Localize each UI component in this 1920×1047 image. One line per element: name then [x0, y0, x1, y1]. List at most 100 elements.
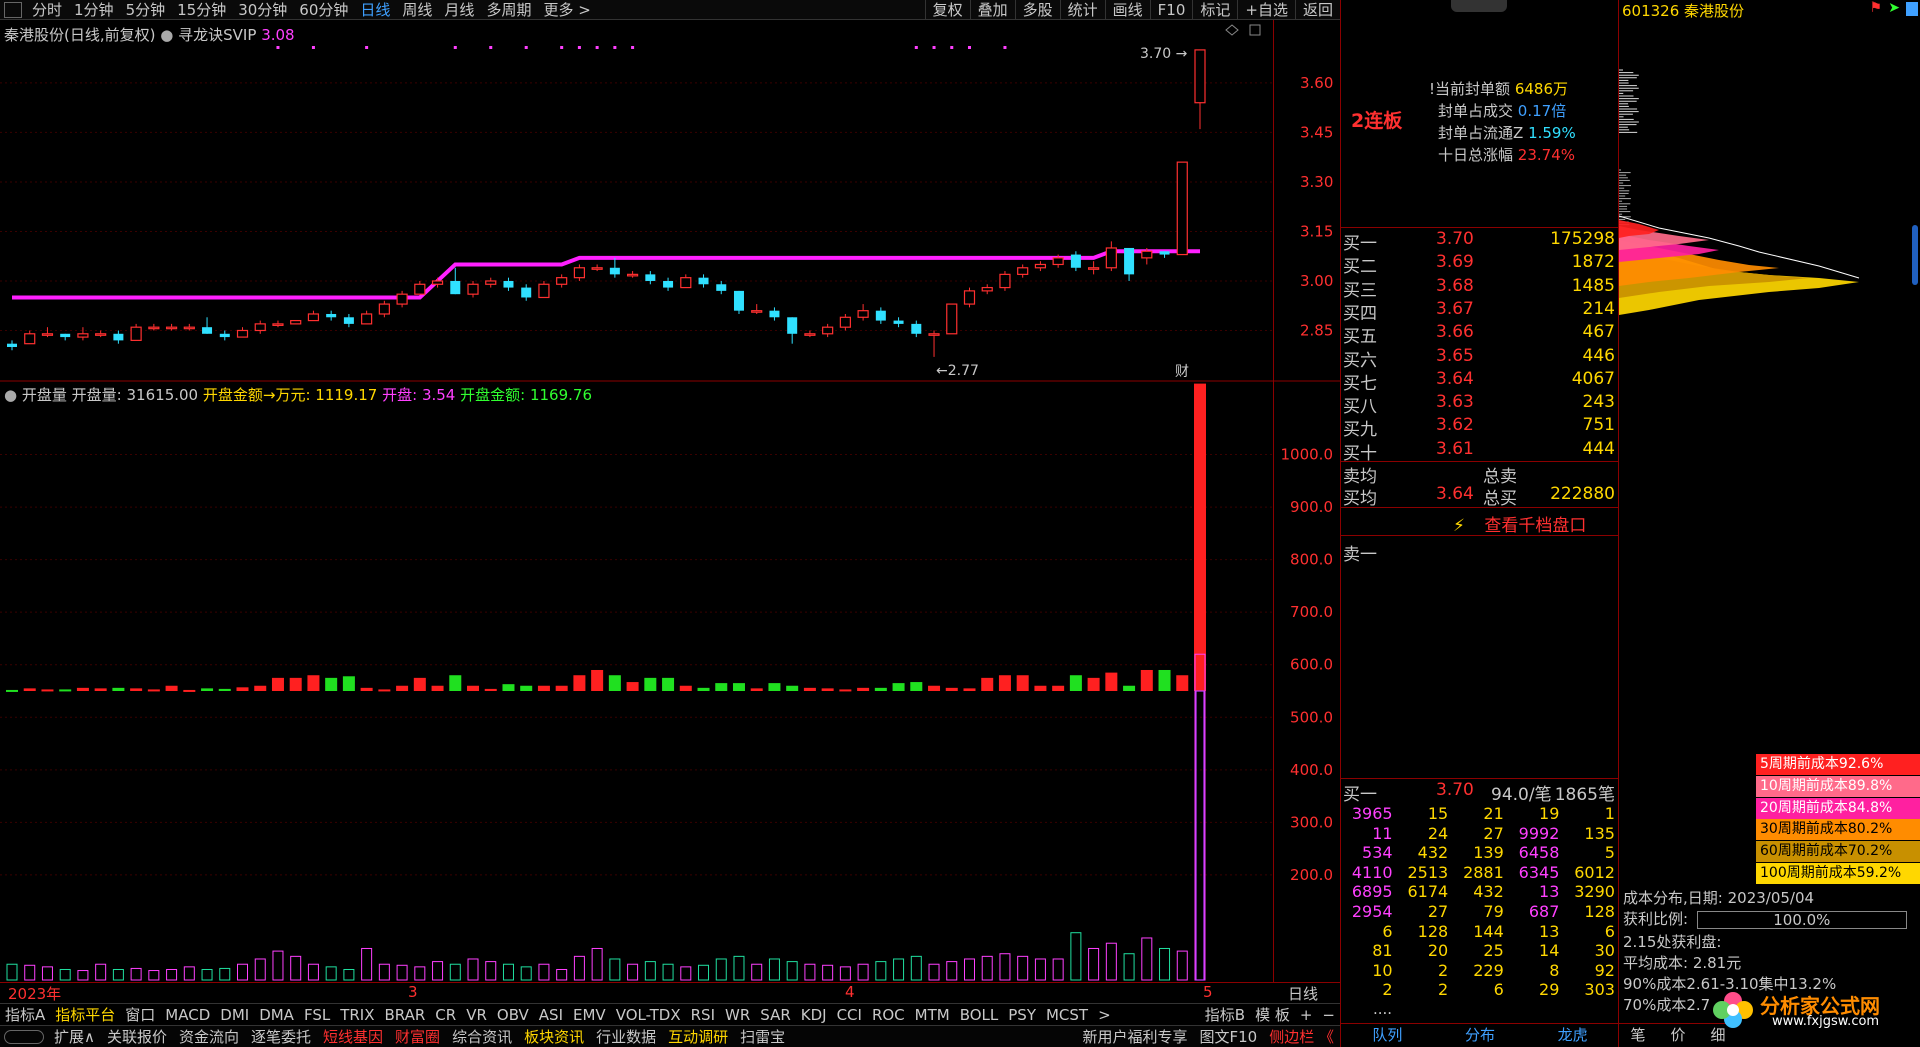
tool-button[interactable]: 复权 — [924, 0, 970, 20]
indicator-tab[interactable]: RSI — [686, 1006, 720, 1024]
indicator-tab[interactable]: MTM — [910, 1006, 955, 1024]
indicator-tab[interactable]: CR — [430, 1006, 461, 1024]
indicator-tab[interactable]: MCST — [1041, 1006, 1093, 1024]
tool-button[interactable]: 画线 — [1104, 0, 1150, 20]
tool-button[interactable]: +自选 — [1237, 0, 1295, 20]
timeframe-tab[interactable]: 更多 > — [537, 0, 596, 20]
view-thousand-button[interactable]: ⚡ 查看千档盘口 — [1453, 511, 1586, 536]
promo-tab[interactable]: 侧边栏 《 — [1263, 1026, 1340, 1047]
volume-bar — [23, 688, 36, 691]
timeframe-tab[interactable]: 1分钟 — [68, 0, 120, 20]
extension-tab[interactable]: 综合资讯 — [446, 1026, 518, 1047]
extension-tab[interactable]: 互动调研 — [662, 1026, 734, 1047]
tool-button[interactable]: 统计 — [1059, 0, 1105, 20]
indicator-tab[interactable]: DMI — [215, 1006, 254, 1024]
tool-button[interactable]: F10 — [1149, 0, 1193, 20]
bid-level-row[interactable]: 买九 3.62 751 — [1341, 415, 1619, 440]
collapse-handle-icon[interactable] — [1451, 0, 1507, 12]
indicator-tab[interactable]: SAR — [755, 1006, 795, 1024]
timeframe-tab[interactable]: 30分钟 — [232, 0, 293, 20]
finance-badge[interactable]: 财 — [1175, 364, 1189, 380]
queue-row: 2 2 6 29 303 — [1341, 980, 1619, 999]
indicator-tab[interactable]: PSY — [1003, 1006, 1041, 1024]
indicator-tab[interactable]: VR — [461, 1006, 492, 1024]
order-tab[interactable]: 队列 — [1341, 1024, 1434, 1047]
panel-expand-icon[interactable] — [1249, 24, 1261, 36]
bid-level-row[interactable]: 买一 3.70 175298 — [1341, 229, 1619, 254]
indicator-tab[interactable]: 窗口 — [120, 1004, 160, 1025]
tool-button[interactable]: 叠加 — [969, 0, 1015, 20]
extension-tab[interactable]: 扩展∧ — [48, 1026, 101, 1047]
indicator-tab[interactable]: VOL-TDX — [611, 1006, 686, 1024]
template-tab[interactable]: 模 板 — [1250, 1004, 1295, 1025]
indicator-tab[interactable]: CCI — [832, 1006, 867, 1024]
bid-level-row[interactable]: 买三 3.68 1485 — [1341, 276, 1619, 301]
indicator-tab[interactable]: TRIX — [335, 1006, 379, 1024]
extension-tab[interactable]: 短线基因 — [317, 1026, 389, 1047]
template-tab[interactable]: 指标B — [1200, 1004, 1250, 1025]
bid-level-row[interactable]: 买五 3.66 467 — [1341, 322, 1619, 347]
indicator-tab[interactable]: OBV — [492, 1006, 534, 1024]
indicator-tab[interactable]: > — [1093, 1006, 1116, 1024]
small-volume-bar — [715, 958, 727, 981]
indicator-tab[interactable]: 指标平台 — [50, 1004, 120, 1025]
bid-level-row[interactable]: 买二 3.69 1872 — [1341, 252, 1619, 277]
tool-button[interactable]: 多股 — [1014, 0, 1060, 20]
extension-tab[interactable]: 财富圈 — [389, 1026, 446, 1047]
indicator-tab[interactable]: FSL — [299, 1006, 335, 1024]
volume-toggle-icon[interactable]: ● — [4, 386, 17, 404]
profile-tab[interactable]: 价 — [1658, 1024, 1698, 1047]
indicator-tab[interactable]: BOLL — [955, 1006, 1004, 1024]
bid-volume: 751 — [1582, 415, 1615, 436]
bid-level-row[interactable]: 买七 3.64 4067 — [1341, 369, 1619, 394]
promo-tab[interactable]: 新用户福利专享 — [1076, 1026, 1193, 1047]
flag-icon[interactable]: ⚑ — [1869, 0, 1882, 16]
indicator-tab[interactable]: BRAR — [380, 1006, 431, 1024]
timeframe-tab[interactable]: 多周期 — [480, 0, 537, 20]
bid-level-row[interactable]: 买八 3.63 243 — [1341, 392, 1619, 417]
extension-tab[interactable]: 资金流向 — [173, 1026, 245, 1047]
order-tab[interactable]: 龙虎 — [1526, 1024, 1619, 1047]
indicator-tab[interactable]: ROC — [867, 1006, 910, 1024]
timeframe-tab[interactable]: 日线 — [354, 0, 396, 20]
timeframe-tab[interactable]: 月线 — [438, 0, 480, 20]
indicator-toggle-icon[interactable]: ● — [160, 26, 173, 44]
template-tab[interactable]: − — [1317, 1006, 1340, 1024]
extension-toggle[interactable] — [4, 1029, 44, 1044]
bid-level-row[interactable]: 买六 3.65 446 — [1341, 346, 1619, 371]
indicator-tab[interactable]: KDJ — [796, 1006, 832, 1024]
indicator-tab[interactable]: EMV — [568, 1006, 611, 1024]
indicator-tab[interactable]: DMA — [254, 1006, 299, 1024]
extension-tab[interactable]: 扫雷宝 — [734, 1026, 791, 1047]
timeframe-tab[interactable]: 周线 — [396, 0, 438, 20]
extension-tab[interactable]: 关联报价 — [101, 1026, 173, 1047]
tool-button[interactable]: 标记 — [1192, 0, 1237, 20]
tool-button[interactable]: 返回 — [1294, 0, 1340, 20]
indicator-tab[interactable]: WR — [720, 1006, 755, 1024]
profile-tab[interactable]: 笔 — [1618, 1024, 1658, 1047]
candlestick-chart[interactable]: 2.85 3.00 3.15 3.30 3.45 3.60 3.70 → ←2.77 财 — [0, 20, 1340, 382]
window-toggle-icon[interactable] — [4, 1, 22, 18]
order-tab[interactable]: 分布 — [1434, 1024, 1527, 1047]
queue-row: 11 24 27 9992 135 — [1341, 824, 1619, 843]
promo-tab[interactable]: 图文F10 — [1194, 1026, 1264, 1047]
indicator-tab[interactable]: MACD — [160, 1006, 215, 1024]
bid-level-row[interactable]: 买十 3.61 444 — [1341, 439, 1619, 464]
template-tab[interactable]: + — [1295, 1006, 1318, 1024]
small-volume-bar — [1176, 950, 1188, 981]
extension-tab[interactable]: 逐笔委托 — [245, 1026, 317, 1047]
extension-tab[interactable]: 板块资讯 — [518, 1026, 590, 1047]
indicator-tab[interactable]: ASI — [534, 1006, 568, 1024]
extension-tab[interactable]: 行业数据 — [590, 1026, 662, 1047]
indicator-tab[interactable]: 指标A — [0, 1004, 50, 1025]
diamond-icon[interactable] — [1225, 24, 1239, 36]
open-volume-chart[interactable]: 200.0 300.0 400.0 500.0 600.0 700.0 800.0 900.0… — [0, 382, 1340, 982]
timeframe-tab[interactable]: 5分钟 — [120, 0, 172, 20]
arrow-icon[interactable]: ➤ — [1888, 0, 1900, 16]
bid-level-row[interactable]: 买四 3.67 214 — [1341, 299, 1619, 324]
volume-bar — [750, 688, 763, 691]
timeframe-tab[interactable]: 60分钟 — [293, 0, 354, 20]
timeframe-tab[interactable]: 15分钟 — [171, 0, 232, 20]
timeframe-tab[interactable]: 分时 — [26, 0, 68, 20]
grid-icon[interactable] — [1906, 2, 1918, 16]
